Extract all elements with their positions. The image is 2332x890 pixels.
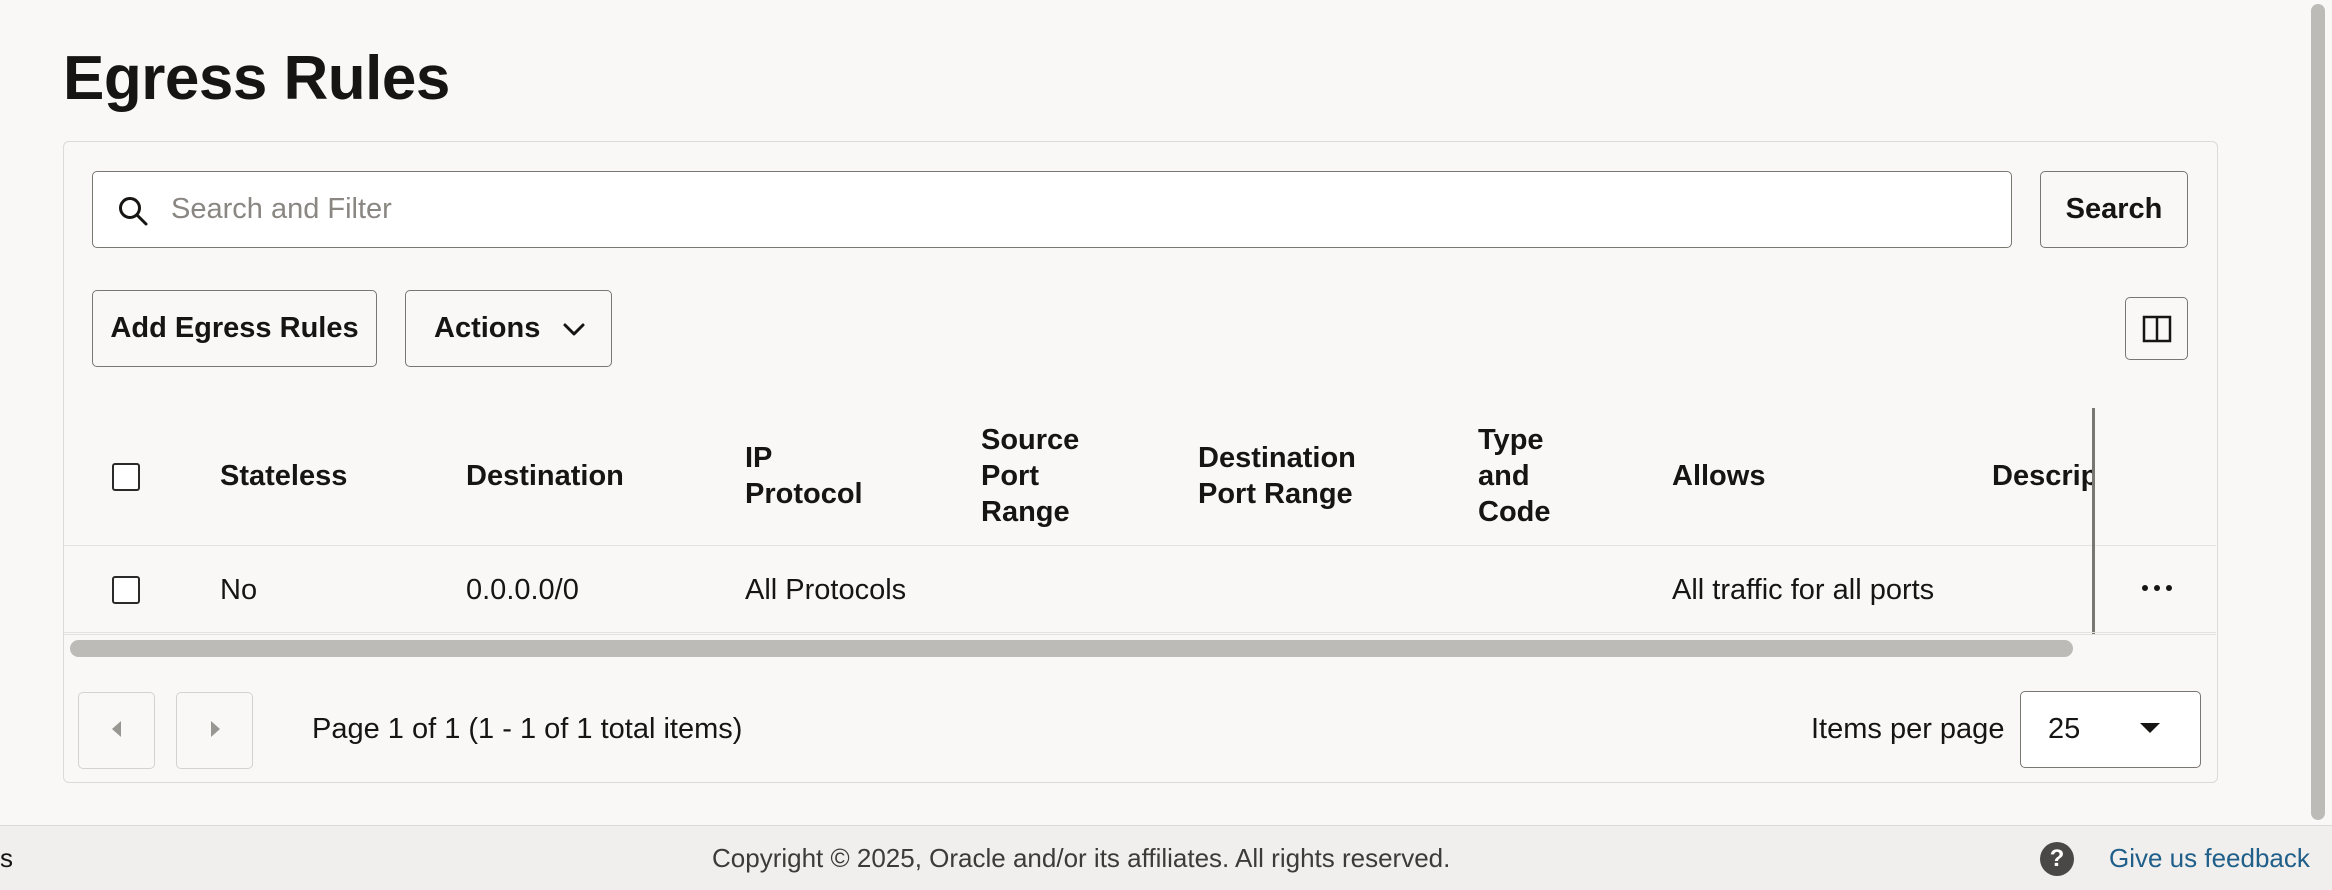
previous-page-button[interactable]	[78, 692, 155, 769]
search-icon	[119, 197, 148, 226]
caret-right-icon	[210, 721, 220, 737]
column-header-source-port-range[interactable]: Source Port Range	[981, 422, 1091, 530]
cell-stateless: No	[220, 574, 258, 606]
vertical-scrollbar[interactable]	[2311, 4, 2325, 820]
column-header-stateless[interactable]: Stateless	[220, 458, 347, 494]
caret-down-icon	[2140, 723, 2160, 733]
page-info: Page 1 of 1 (1 - 1 of 1 total items)	[312, 713, 743, 745]
actions-label: Actions	[434, 312, 541, 344]
search-button[interactable]: Search	[2040, 171, 2188, 248]
columns-icon	[2142, 315, 2171, 342]
column-header-description[interactable]: Descript	[1992, 458, 2092, 494]
caret-left-icon	[111, 721, 121, 737]
cell-destination: 0.0.0.0/0	[466, 574, 579, 606]
column-header-destination-port-range[interactable]: Destination Port Range	[1198, 440, 1378, 512]
items-per-page-value: 25	[2048, 713, 2081, 745]
actions-menu-button[interactable]: Actions	[405, 290, 612, 367]
add-egress-rules-button[interactable]: Add Egress Rules	[92, 290, 377, 367]
column-header-type-and-code[interactable]: Type and Code	[1478, 422, 1558, 530]
horizontal-scrollbar[interactable]	[70, 640, 2073, 657]
items-per-page-label: Items per page	[1811, 713, 2005, 745]
table-bottom-divider	[64, 632, 2216, 633]
search-input[interactable]	[171, 172, 1971, 246]
next-page-button[interactable]	[176, 692, 253, 769]
select-all-checkbox[interactable]	[112, 463, 140, 491]
footer: s Copyright © 2025, Oracle and/or its af…	[0, 825, 2332, 890]
items-per-page-select[interactable]: 25	[2020, 691, 2201, 768]
give-feedback-link[interactable]: Give us feedback	[2109, 843, 2310, 874]
column-header-destination[interactable]: Destination	[466, 458, 624, 494]
column-header-allows[interactable]: Allows	[1672, 458, 1765, 494]
footer-left-fragment: s	[0, 843, 13, 873]
table-header: Stateless Destination IP Protocol Source…	[64, 405, 2216, 545]
more-horizontal-icon[interactable]	[2137, 572, 2177, 604]
copyright-text: Copyright © 2025, Oracle and/or its affi…	[712, 843, 1451, 873]
search-field[interactable]	[92, 171, 2012, 248]
column-resize-handle[interactable]	[2092, 408, 2095, 634]
help-icon[interactable]: ?	[2040, 842, 2074, 876]
page-title: Egress Rules	[63, 44, 450, 113]
chevron-down-icon	[563, 323, 585, 336]
table-row: No 0.0.0.0/0 All Protocols All traffic f…	[64, 545, 2216, 635]
cell-ip-protocol: All Protocols	[745, 574, 907, 606]
column-header-ip-protocol[interactable]: IP Protocol	[745, 440, 865, 512]
cell-allows: All traffic for all ports	[1672, 574, 1935, 606]
row-checkbox[interactable]	[112, 576, 140, 604]
column-layout-button[interactable]	[2125, 297, 2188, 360]
